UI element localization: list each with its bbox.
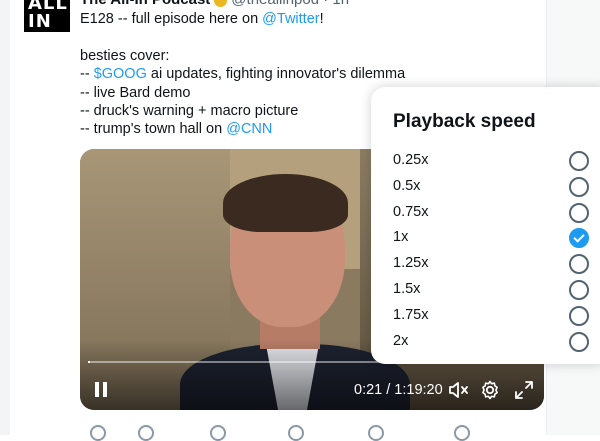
radio-unchecked-icon[interactable] — [569, 280, 589, 300]
radio-unchecked-icon[interactable] — [569, 202, 589, 223]
left-sidebar-edge — [0, 0, 10, 435]
video-subject — [223, 174, 348, 232]
tweet-text: E128 -- full episode here on @Twitter! be… — [80, 10, 405, 139]
pause-icon — [103, 382, 107, 397]
fullscreen-button[interactable] — [512, 378, 536, 402]
avatar-line2: IN — [28, 11, 52, 32]
tweet-action-bar — [80, 425, 480, 441]
radio-unchecked-icon[interactable] — [569, 151, 589, 171]
video-time-display: 0:21 / 1:19:20 — [354, 382, 443, 398]
radio-unchecked-icon[interactable] — [569, 176, 589, 197]
author-name[interactable]: The All-In Podcast — [80, 0, 210, 8]
like-icon[interactable] — [288, 425, 304, 441]
playback-speed-option[interactable]: 1.25x — [371, 251, 600, 277]
fullscreen-icon — [515, 381, 533, 399]
tweet-text-segment: -- — [80, 66, 94, 83]
playback-speed-label: 1x — [393, 229, 409, 246]
playback-speed-label: 1.5x — [393, 281, 421, 297]
playback-speed-option[interactable]: 2x — [371, 329, 600, 355]
author-avatar[interactable]: ALL IN — [24, 0, 70, 32]
tweet-text-segment: besties cover: — [80, 47, 170, 64]
tweet-text-line: -- trump's town hall on @CNN — [80, 120, 405, 138]
playback-speed-menu: Playback speed 0.25x 0.5x 0.75x 1x 1.25x 1.5x… — [371, 87, 600, 364]
tweet-text-line: E128 -- full episode here on @Twitter! — [80, 10, 405, 28]
volume-muted-icon — [449, 382, 468, 398]
tweet-text-segment: E128 -- full episode here on — [80, 11, 263, 27]
tweet-text-segment: ai updates, fighting innovator's dilemma — [146, 66, 406, 83]
mute-button[interactable] — [446, 378, 470, 402]
playback-speed-title: Playback speed — [393, 111, 536, 132]
gear-icon — [482, 380, 498, 400]
tweet-text-line — [80, 28, 405, 46]
radio-checked-icon[interactable] — [569, 228, 589, 249]
tweet-text-segment: -- trump's town hall on — [80, 121, 227, 138]
tweet-text-line: -- druck's warning + macro picture — [80, 102, 405, 120]
tweet-text-segment: -- live Bard demo — [80, 84, 191, 101]
playback-speed-option[interactable]: 1x — [371, 225, 600, 251]
playback-speed-option[interactable]: 0.75x — [371, 200, 600, 226]
tweet-text-segment: ! — [319, 11, 324, 27]
tweet-text-line: -- $GOOG ai updates, fighting innovator'… — [80, 65, 405, 83]
tweet-text-link[interactable]: $GOOG — [94, 66, 147, 82]
playback-speed-option[interactable]: 1.75x — [371, 303, 600, 329]
radio-unchecked-icon[interactable] — [569, 331, 589, 352]
tweet-text-link[interactable]: @Twitter — [262, 11, 319, 27]
share-icon[interactable] — [454, 425, 470, 441]
playback-speed-option[interactable]: 1.5x — [371, 277, 600, 303]
retweet-icon[interactable] — [210, 425, 226, 441]
playback-speed-option[interactable]: 0.25x — [371, 148, 600, 174]
playback-speed-label: 1.25x — [393, 255, 429, 272]
playback-speed-label: 0.75x — [393, 203, 429, 220]
tweet-text-segment: -- druck's warning + macro picture — [80, 102, 299, 119]
settings-button[interactable] — [478, 378, 502, 402]
playback-speed-label: 1.75x — [393, 306, 429, 323]
tweet-text-line: besties cover: — [80, 47, 405, 65]
reply-icon[interactable] — [90, 425, 106, 441]
playback-speed-option[interactable]: 0.5x — [371, 174, 600, 200]
playback-speed-label: 0.5x — [393, 177, 421, 194]
pause-button[interactable] — [94, 382, 108, 398]
tweet-text-link[interactable]: @CNN — [226, 121, 272, 137]
video-progress-fill — [88, 361, 90, 363]
author-handle[interactable]: @theallinpod · 1h — [231, 0, 349, 8]
tweet-text-line: -- live Bard demo — [80, 84, 405, 102]
retweet-icon[interactable] — [138, 425, 154, 441]
pause-icon — [95, 382, 99, 397]
playback-speed-label: 2x — [393, 332, 409, 349]
views-icon[interactable] — [368, 425, 384, 441]
radio-unchecked-icon[interactable] — [569, 305, 589, 326]
verified-badge-icon — [214, 0, 228, 7]
playback-speed-label: 0.25x — [393, 152, 429, 168]
tweet-header: The All-In Podcast @theallinpod · 1h — [80, 0, 349, 8]
radio-unchecked-icon[interactable] — [569, 254, 589, 275]
